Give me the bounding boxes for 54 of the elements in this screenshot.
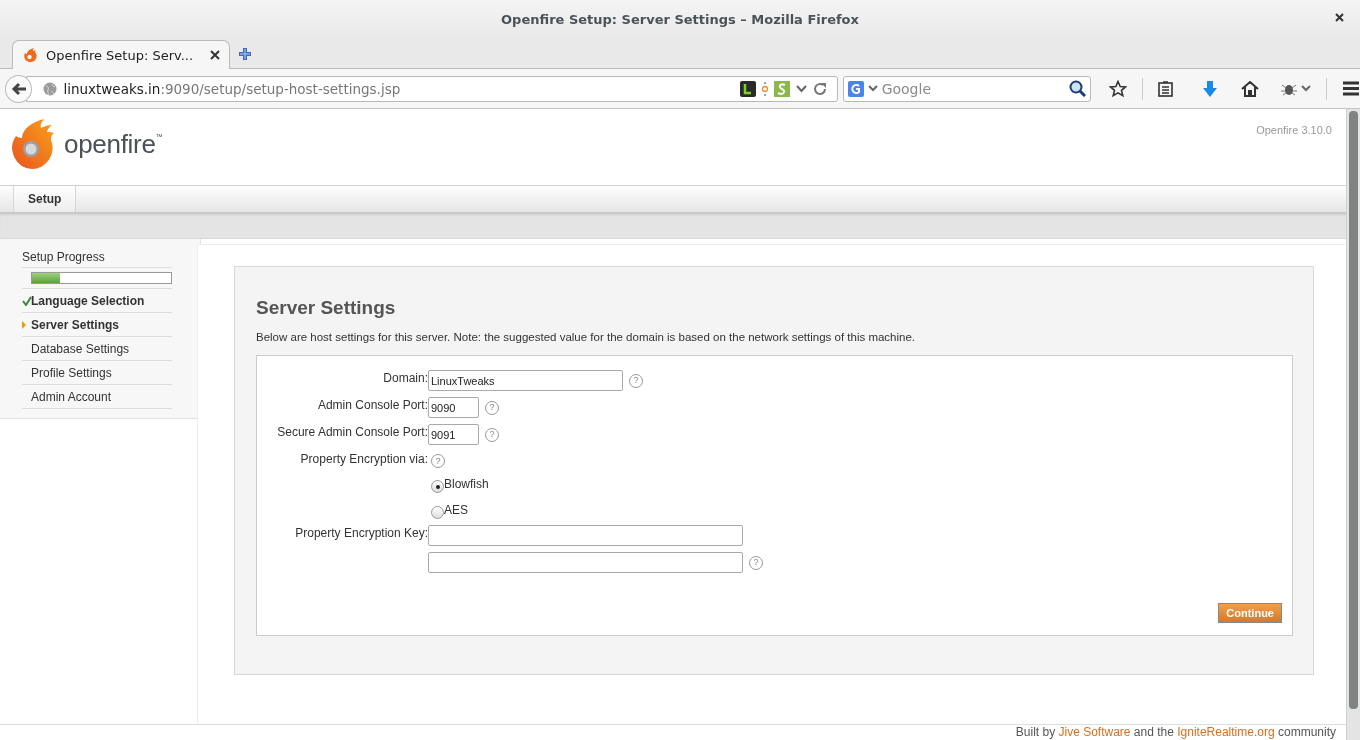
dropdown-caret-icon[interactable] xyxy=(1301,85,1311,92)
close-icon[interactable] xyxy=(1335,13,1344,22)
field-label: Domain: xyxy=(383,371,428,385)
port-field[interactable]: 9090 xyxy=(428,397,479,418)
scrollbar-thumb[interactable] xyxy=(1349,111,1358,709)
address-bar[interactable]: linuxtweaks.in:9090/setup/setup-host-settings.jsp xyxy=(26,75,838,102)
dropdown-caret-icon[interactable] xyxy=(795,84,807,93)
progress-step[interactable]: Database Settings xyxy=(22,336,172,360)
letter-l-icon[interactable] xyxy=(739,80,756,97)
reload-icon[interactable] xyxy=(812,81,827,96)
logo-text: openfire$^{™}$ xyxy=(64,128,163,160)
field-label: Secure Admin Console Port: xyxy=(277,425,428,439)
home-icon[interactable] xyxy=(1241,80,1259,97)
search-engine-icon[interactable] xyxy=(847,80,864,97)
key-field[interactable] xyxy=(428,525,743,546)
window-title: Openfire Setup: Server Settings – Mozilla Firefox xyxy=(501,11,859,27)
field-label: Admin Console Port: xyxy=(317,398,428,412)
dot-icon[interactable] xyxy=(761,80,768,97)
download-arrow-icon[interactable] xyxy=(1202,79,1218,98)
port-field[interactable]: 9091 xyxy=(428,424,479,445)
setup-tab[interactable]: Setup xyxy=(13,186,77,212)
radio-label[interactable]: AES xyxy=(444,503,468,517)
globe-icon xyxy=(43,81,58,96)
search-field[interactable]: Google xyxy=(842,75,1091,102)
progress-step[interactable]: Server Settings xyxy=(22,312,172,336)
back-button[interactable] xyxy=(5,74,33,103)
flame-icon xyxy=(22,47,38,63)
page-heading: Server Settings xyxy=(256,297,397,319)
clipboard-icon[interactable] xyxy=(1158,80,1173,97)
description-text: Below are host settings for this server. Note: the suggested value for the domain is based on the network settings of this machine. xyxy=(256,331,917,343)
domain-field[interactable]: LinuxTweaks xyxy=(428,370,623,391)
link[interactable]: IgniteRealtime.org xyxy=(1177,725,1275,739)
link[interactable]: Jive Software xyxy=(1058,725,1131,739)
radio-button[interactable] xyxy=(431,506,444,519)
progress-step[interactable]: Language Selection xyxy=(22,288,172,312)
footer-credit: Built by Jive Software and the IgniteRealtime.org community xyxy=(1015,725,1336,739)
menu-icon[interactable] xyxy=(1342,81,1360,96)
search-icon[interactable] xyxy=(1069,80,1086,97)
browser-tab[interactable]: Openfire Setup: Serv... xyxy=(12,40,230,69)
sidebar-title: Setup Progress xyxy=(22,248,172,268)
key-field[interactable] xyxy=(428,552,743,573)
new-tab-icon[interactable] xyxy=(238,47,252,61)
field-label: Property Encryption via: xyxy=(300,452,428,466)
close-tab-icon[interactable] xyxy=(210,50,220,60)
field-label: Property Encryption Key: xyxy=(295,526,428,540)
progress-step[interactable]: Profile Settings xyxy=(22,360,172,384)
radio-button[interactable] xyxy=(431,480,444,493)
bookmark-star-icon[interactable] xyxy=(1109,79,1127,98)
back-arrow-icon xyxy=(10,81,27,96)
flame-logo-icon xyxy=(10,118,56,170)
version-label: Openfire 3.10.0 xyxy=(1256,124,1332,136)
progress-step[interactable]: Admin Account xyxy=(22,384,172,409)
radio-label[interactable]: Blowfish xyxy=(444,477,489,491)
dropdown-caret-icon[interactable] xyxy=(867,85,878,92)
